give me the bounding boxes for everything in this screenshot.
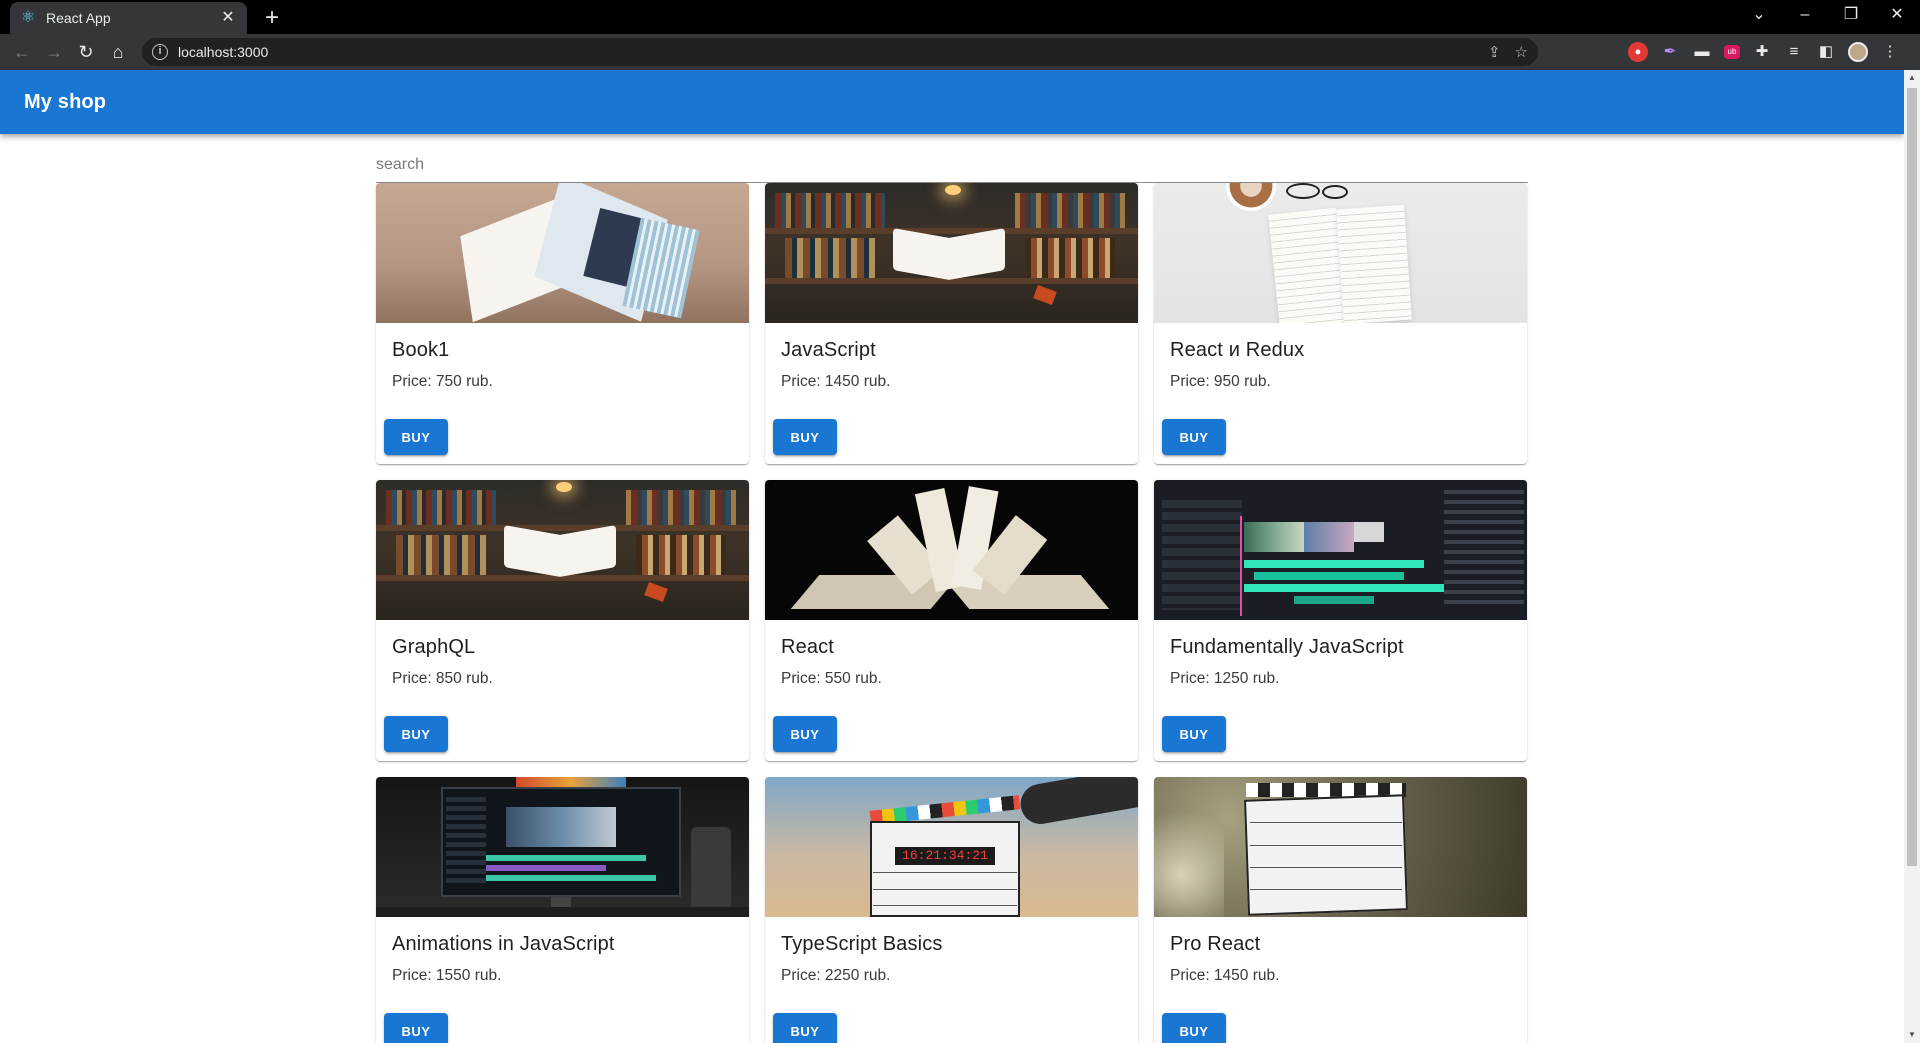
product-image xyxy=(1154,183,1527,323)
search-field xyxy=(376,152,1528,183)
product-image xyxy=(376,777,749,917)
search-input[interactable] xyxy=(376,152,1528,180)
product-price: Price: 1450 rub. xyxy=(1170,967,1280,984)
product-card: React Price: 550 rub. BUY xyxy=(765,480,1138,761)
product-price: Price: 950 rub. xyxy=(1170,373,1271,390)
browser-menu-icon[interactable]: ⋮ xyxy=(1880,42,1900,62)
close-window-button[interactable]: ✕ xyxy=(1874,0,1920,30)
product-price: Price: 550 rub. xyxy=(781,670,882,687)
buy-button[interactable]: BUY xyxy=(1162,419,1226,455)
scroll-up-arrow-icon[interactable]: ▲ xyxy=(1904,70,1920,86)
extension-red-icon[interactable]: ● xyxy=(1628,42,1648,62)
product-card: JavaScript Price: 1450 rub. BUY xyxy=(765,183,1138,464)
extensions-puzzle-icon[interactable]: ✚ xyxy=(1752,42,1772,62)
share-icon[interactable]: ⇪ xyxy=(1488,43,1501,61)
product-card: GraphQL Price: 850 rub. BUY xyxy=(376,480,749,761)
extension-ublock-icon[interactable]: ub xyxy=(1724,45,1740,59)
site-info-icon[interactable]: i xyxy=(152,44,168,60)
product-image xyxy=(765,183,1138,323)
product-title: React xyxy=(781,636,834,658)
product-title: Animations in JavaScript xyxy=(392,933,615,955)
reload-icon[interactable]: ↻ xyxy=(72,38,100,66)
product-title: JavaScript xyxy=(781,339,876,361)
address-bar[interactable]: i localhost:3000 ⇪ ☆ xyxy=(142,38,1538,66)
tab-search-icon[interactable]: ⌄ xyxy=(1736,0,1782,30)
buy-button[interactable]: BUY xyxy=(384,419,448,455)
product-image xyxy=(1154,777,1527,917)
product-card: 16:21:34:21 TypeScript Basics Price: 225… xyxy=(765,777,1138,1043)
product-image xyxy=(376,480,749,620)
product-price: Price: 1550 rub. xyxy=(392,967,502,984)
app-title: My shop xyxy=(24,91,107,113)
product-image: 16:21:34:21 xyxy=(765,777,1138,917)
product-price: Price: 750 rub. xyxy=(392,373,493,390)
url-text: localhost:3000 xyxy=(178,44,269,60)
product-title: React и Redux xyxy=(1170,339,1305,361)
product-title: Pro React xyxy=(1170,933,1261,955)
buy-button[interactable]: BUY xyxy=(1162,1013,1226,1043)
product-card: Pro React Price: 1450 rub. BUY xyxy=(1154,777,1527,1043)
buy-button[interactable]: BUY xyxy=(384,716,448,752)
product-price: Price: 1450 rub. xyxy=(781,373,891,390)
back-icon[interactable]: ← xyxy=(8,38,36,66)
product-image xyxy=(1154,480,1527,620)
tab-title: React App xyxy=(46,10,111,26)
product-title: TypeScript Basics xyxy=(781,933,943,955)
scroll-down-arrow-icon[interactable]: ▼ xyxy=(1904,1027,1920,1043)
product-card: React и Redux Price: 950 rub. BUY xyxy=(1154,183,1527,464)
react-logo-icon: ⚛ xyxy=(20,9,36,26)
restore-button[interactable]: ❐ xyxy=(1828,0,1874,30)
scrollbar-thumb[interactable] xyxy=(1907,88,1917,866)
forward-icon[interactable]: → xyxy=(40,38,68,66)
buy-button[interactable]: BUY xyxy=(773,419,837,455)
buy-button[interactable]: BUY xyxy=(1162,716,1226,752)
product-price: Price: 1250 rub. xyxy=(1170,670,1280,687)
product-title: Fundamentally JavaScript xyxy=(1170,636,1404,658)
product-title: GraphQL xyxy=(392,636,476,658)
new-tab-button[interactable]: + xyxy=(258,4,286,32)
extension-card-icon[interactable]: ▬ xyxy=(1692,42,1712,62)
buy-button[interactable]: BUY xyxy=(773,1013,837,1043)
buy-button[interactable]: BUY xyxy=(384,1013,448,1043)
product-card: Fundamentally JavaScript Price: 1250 rub… xyxy=(1154,480,1527,761)
media-queue-icon[interactable]: ≡ xyxy=(1784,42,1804,62)
product-card: Book1 Price: 750 rub. BUY xyxy=(376,183,749,464)
page-scrollbar[interactable]: ▲ ▼ xyxy=(1904,70,1920,1043)
close-tab-icon[interactable]: ✕ xyxy=(219,9,237,27)
product-price: Price: 2250 rub. xyxy=(781,967,891,984)
product-image xyxy=(765,480,1138,620)
home-icon[interactable]: ⌂ xyxy=(104,38,132,66)
product-image xyxy=(376,183,749,323)
product-card: Animations in JavaScript Price: 1550 rub… xyxy=(376,777,749,1043)
browser-tab[interactable]: ⚛ React App ✕ xyxy=(10,2,247,34)
side-panel-icon[interactable]: ◧ xyxy=(1816,42,1836,62)
browser-tab-strip: ⚛ React App ✕ + ⌄ – ❐ ✕ xyxy=(0,0,1920,34)
bookmark-star-icon[interactable]: ☆ xyxy=(1515,43,1528,61)
window-controls: ⌄ – ❐ ✕ xyxy=(1736,0,1920,34)
extensions-area: ● ✒ ▬ ub ✚ ≡ ◧ ⋮ xyxy=(1628,38,1900,66)
product-price: Price: 850 rub. xyxy=(392,670,493,687)
product-title: Book1 xyxy=(392,339,450,361)
minimize-button[interactable]: – xyxy=(1782,0,1828,30)
extension-feather-icon[interactable]: ✒ xyxy=(1660,42,1680,62)
app-header: My shop xyxy=(0,70,1904,134)
product-grid: Book1 Price: 750 rub. BUY JavaScript Pri… xyxy=(376,183,1528,1043)
profile-avatar[interactable] xyxy=(1848,42,1868,62)
browser-toolbar: ← → ↻ ⌂ i localhost:3000 ⇪ ☆ ● ✒ ▬ ub ✚ … xyxy=(0,34,1920,70)
buy-button[interactable]: BUY xyxy=(773,716,837,752)
